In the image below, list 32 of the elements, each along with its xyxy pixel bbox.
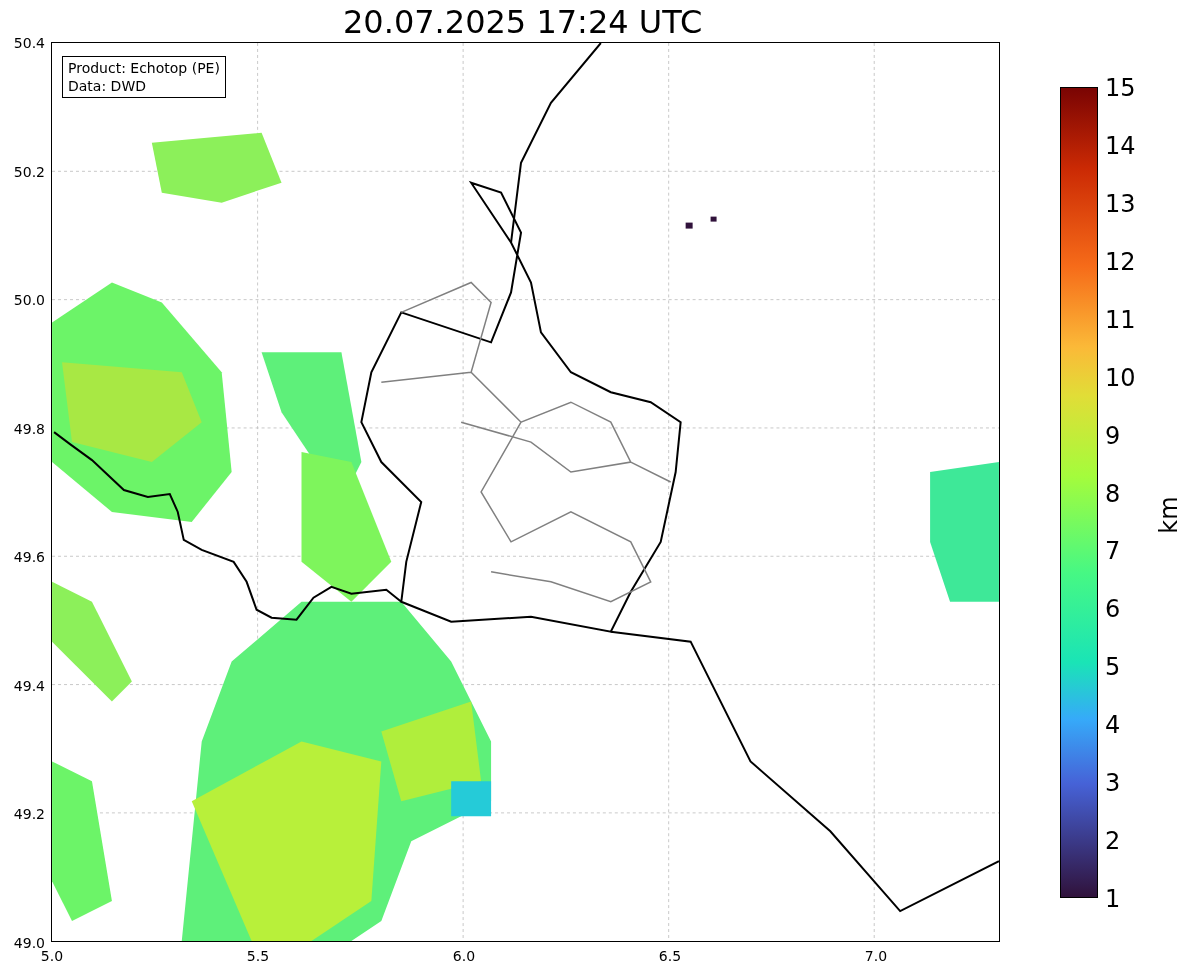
y-tick-label: 49.8	[13, 420, 45, 437]
x-tick-label: 5.0	[40, 948, 64, 964]
colorbar-tick-label: 15	[1105, 74, 1136, 102]
legend-text: Product: Echotop (PE)	[68, 59, 220, 77]
colorbar-tick-label: 2	[1105, 827, 1121, 856]
colorbar-tick-label: 1	[1105, 885, 1121, 913]
colorbar-label: km	[1154, 495, 1178, 534]
colorbar-tick-label: 9	[1105, 421, 1121, 450]
x-tick-label: 6.0	[452, 948, 476, 964]
colorbar-tick-label: 4	[1105, 711, 1121, 740]
colorbar-tick-label: 8	[1105, 479, 1121, 508]
x-tick-label: 7.0	[864, 948, 888, 964]
legend-text: Data: DWD	[68, 77, 147, 95]
y-tick-label: 49.0	[13, 935, 45, 951]
colorbar-tick-label: 5	[1105, 653, 1121, 682]
colorbar-tick-label: 12	[1105, 247, 1136, 276]
colorbar-tick-label: 7	[1105, 537, 1121, 566]
colorbar-tick-label: 11	[1105, 305, 1136, 334]
y-tick-label: 49.2	[13, 806, 45, 823]
colorbar-tick-label: 6	[1105, 595, 1121, 624]
y-tick-label: 49.4	[13, 677, 45, 694]
x-tick-label: 6.5	[658, 948, 682, 964]
y-tick-label: 50.2	[13, 163, 45, 180]
y-tick-label: 50.4	[13, 35, 45, 51]
colorbar-tick-label: 10	[1105, 363, 1136, 392]
colorbar-tick-label: 14	[1105, 131, 1136, 160]
colorbar-tick-label: 3	[1105, 769, 1121, 798]
colorbar-tick-label: 13	[1105, 189, 1136, 218]
y-tick-label: 49.6	[13, 549, 45, 566]
chart-title: 20.07.2025 17:24 UTC	[343, 2, 703, 42]
x-tick-label: 5.5	[246, 948, 270, 964]
y-tick-label: 50.0	[13, 292, 45, 309]
